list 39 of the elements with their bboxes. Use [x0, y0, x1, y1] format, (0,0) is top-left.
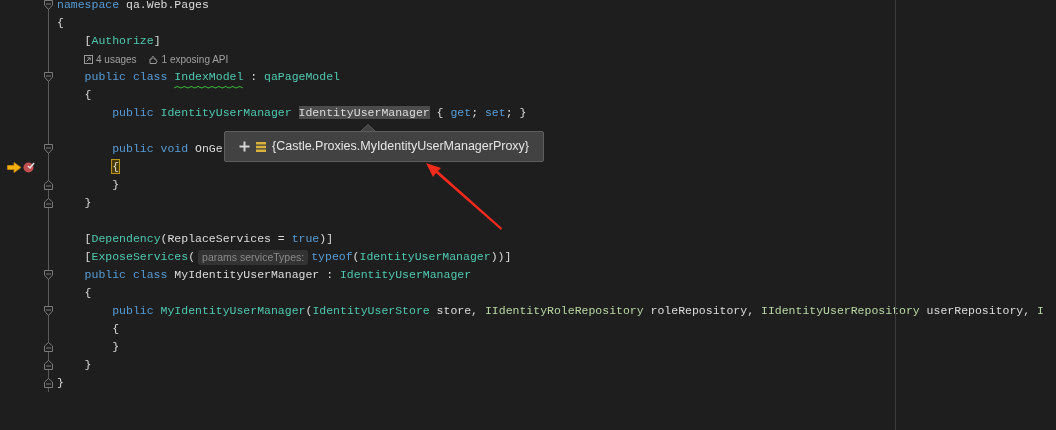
inline-hint: params serviceTypes: [198, 249, 309, 265]
code-line: } [84, 357, 92, 374]
block-end-icon [43, 180, 53, 190]
code-line: public class MyIdentityUserManager : IdentityUserManager [84, 267, 472, 284]
block-end-icon [43, 342, 53, 352]
code-line: } [84, 195, 92, 212]
code-line: typeof(IdentityUserManager))] [311, 249, 512, 266]
code-line: public IdentityUserManager IdentityUserManager { get; set; } [112, 105, 527, 122]
expand-plus-icon[interactable] [239, 141, 250, 152]
code-line: } [112, 339, 120, 356]
object-stack-icon [256, 141, 266, 152]
code-line: public class IndexModel : qaPageModel [84, 68, 340, 86]
code-line: { [84, 285, 92, 302]
code-line: [Dependency(ReplaceServices = true)] [84, 231, 334, 248]
code-line: { [112, 321, 120, 338]
code-line: public MyIdentityUserManager(IdentityUserStore store, IIdentityRoleRepository roleRepository, IIdentityUserRepository userRepository, I [112, 303, 1044, 320]
code-line: { [57, 15, 64, 32]
collapse-icon[interactable] [43, 306, 53, 316]
datatip-value: {Castle.Proxies.MyIdentityUserManagerProxy} [272, 138, 530, 156]
code-line: } [57, 375, 64, 392]
block-end-icon [43, 198, 53, 208]
codelens-link[interactable]: 1 exposing API [161, 51, 229, 67]
collapse-icon[interactable] [43, 270, 53, 280]
collapse-icon[interactable] [43, 144, 53, 154]
breakpoint-icon[interactable] [23, 161, 35, 173]
codelens-link[interactable]: 4 usages [96, 51, 137, 67]
puzzle-icon [148, 54, 159, 64]
current-line-arrow-icon [7, 161, 22, 173]
link-arrow-icon [84, 54, 93, 64]
code-line: } [112, 177, 120, 194]
collapse-icon[interactable] [43, 72, 53, 82]
code-line: { [84, 87, 92, 104]
code-line: [ExposeServices( [84, 249, 196, 266]
collapse-icon[interactable] [43, 0, 53, 10]
block-end-icon [43, 360, 53, 370]
code-line: public void OnGe [112, 141, 223, 158]
code-line: [Authorize] [84, 33, 161, 50]
code-line: namespace qa.Web.Pages [57, 0, 209, 14]
block-end-icon [43, 378, 53, 388]
